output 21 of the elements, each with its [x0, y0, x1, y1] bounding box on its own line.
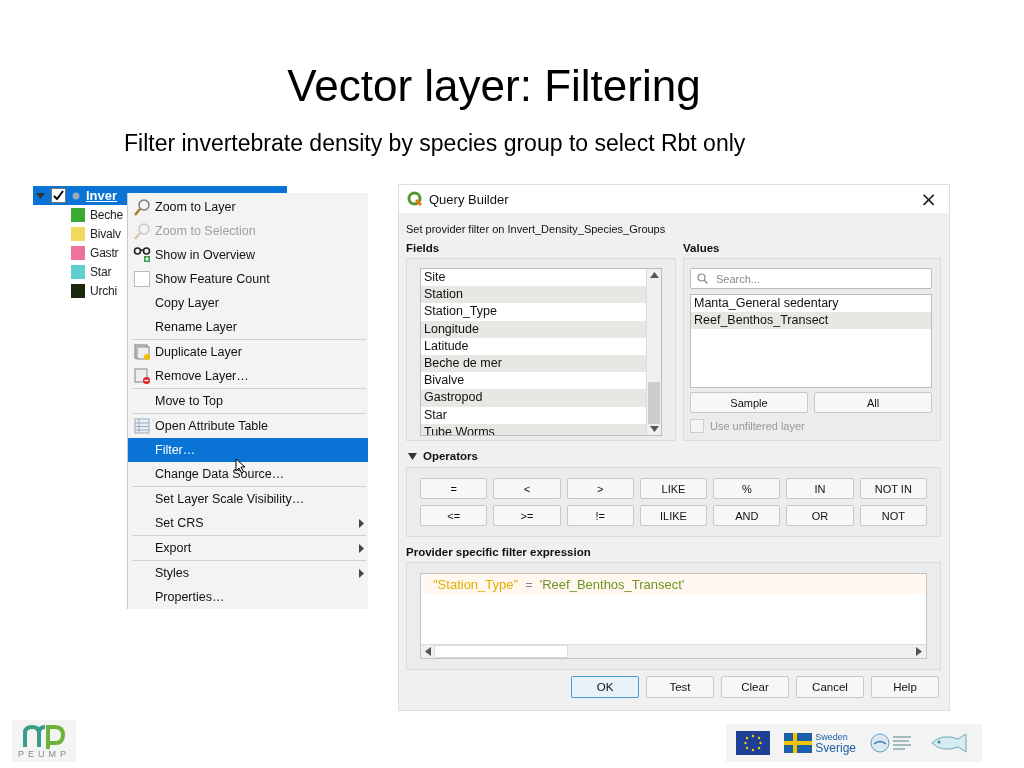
- legend-label: Urchi: [90, 283, 117, 298]
- peump-logo: PEUMP: [12, 720, 76, 762]
- expression-heading: Provider specific filter expression: [406, 546, 592, 558]
- legend-label: Gastr: [90, 245, 119, 260]
- slide-title: Vector layer: Filtering: [286, 60, 702, 112]
- brand-label: Sverige: [815, 741, 856, 754]
- operators-heading: Operators: [423, 450, 478, 462]
- expression-token: 'Reef_Benthos_Transect': [539, 576, 685, 592]
- expression-token: "Station_Type": [433, 576, 519, 592]
- description-text: Set provider filter on Invert_Density_Species_Groups: [406, 223, 667, 235]
- values-heading: Values: [683, 242, 721, 254]
- legend-label: Star: [90, 264, 112, 279]
- checkbox-label: Use unfiltered layer: [710, 420, 805, 432]
- country-label: Sweden: [815, 732, 849, 742]
- slide-subtitle: Filter invertebrate density by species group to select Rbt only: [124, 129, 747, 158]
- legend-label: Bivalv: [90, 226, 121, 241]
- dialog-title: Query Builder: [429, 191, 510, 207]
- legend-label: Beche: [90, 207, 124, 222]
- fields-heading: Fields: [406, 242, 441, 254]
- expression-token: =: [525, 576, 533, 592]
- layer-name: Inver: [86, 188, 118, 203]
